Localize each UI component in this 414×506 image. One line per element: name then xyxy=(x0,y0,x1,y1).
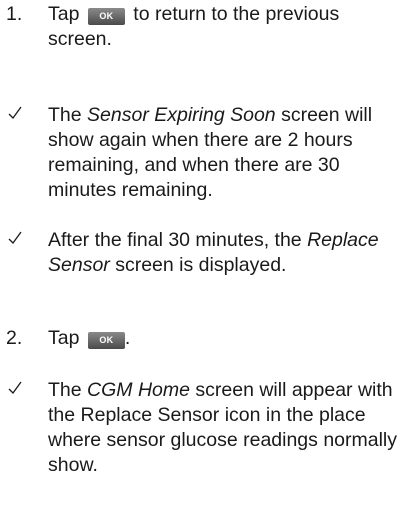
checkmark-icon xyxy=(8,231,22,244)
step-text-before: Tap xyxy=(48,327,80,349)
note-emphasis: Sensor Expiring Soon xyxy=(87,104,276,126)
step-text: Tap OK to return to the previous screen. xyxy=(48,2,404,52)
step-text: Tap OK. xyxy=(48,326,404,351)
note-prefix: The xyxy=(48,379,88,401)
step-number: 1. xyxy=(6,3,23,25)
ok-button[interactable]: OK xyxy=(87,332,125,349)
step-number: 2. xyxy=(6,327,23,349)
note-text: The CGM Home screen will appear with the… xyxy=(48,378,404,478)
note-prefix: The xyxy=(48,104,88,126)
note-suffix: screen is displayed. xyxy=(109,254,287,276)
note-text: The Sensor Expiring Soon screen will sho… xyxy=(48,103,404,203)
step-text-before: Tap xyxy=(48,3,80,25)
note-emphasis: CGM Home xyxy=(87,379,190,401)
checkmark-icon xyxy=(8,106,22,119)
checkmark-icon xyxy=(8,381,22,394)
note-prefix: After the final 30 minutes, the xyxy=(48,229,308,251)
note-text: After the final 30 minutes, the Replace … xyxy=(48,228,404,278)
step-text-after: . xyxy=(124,327,131,349)
ok-button[interactable]: OK xyxy=(87,8,125,25)
